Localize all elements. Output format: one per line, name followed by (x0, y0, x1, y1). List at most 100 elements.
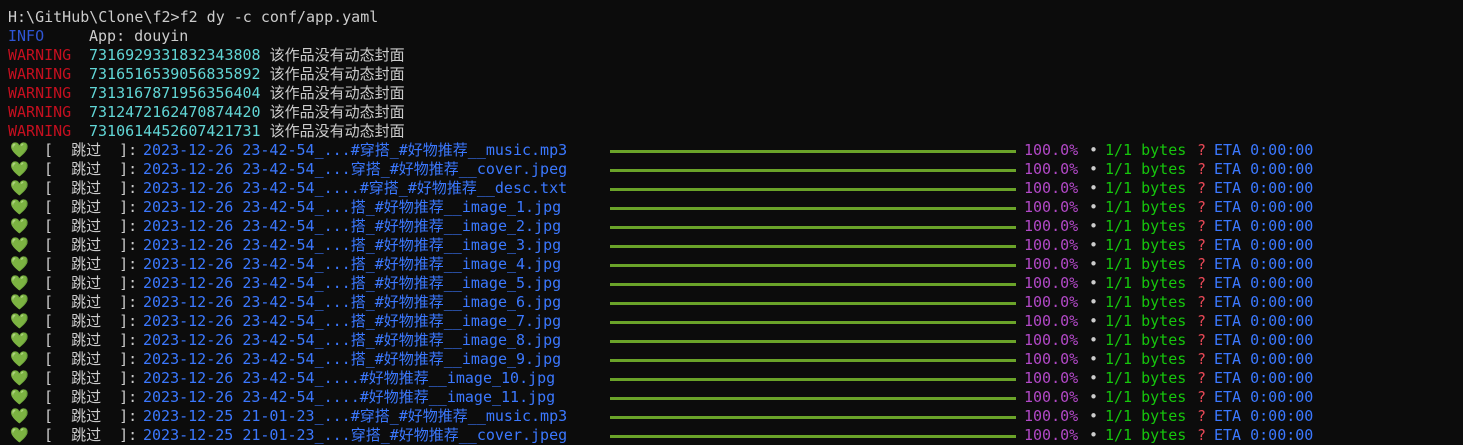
file-name: 2023-12-26 23-42-54_...搭_#好物推荐__image_6.… (143, 293, 562, 311)
download-row: 💚 [ 跳过 ]: 2023-12-26 23-42-54_...搭_#好物推荐__… (8, 331, 1463, 350)
file-name: 2023-12-26 23-42-54_...搭_#好物推荐__image_1.… (143, 198, 562, 216)
file-name: 2023-12-25 21-01-23_...#穿搭_#好物推荐__music.… (143, 407, 568, 425)
download-row: 💚 [ 跳过 ]: 2023-12-26 23-42-54_...搭_#好物推荐__… (8, 274, 1463, 293)
progress-percent: 100.0% (1024, 141, 1079, 159)
eta-time: ETA 0:00:00 (1214, 160, 1314, 178)
status-label: [ 跳过 ]: (44, 160, 138, 178)
file-name: 2023-12-26 23-42-54_...搭_#好物推荐__image_9.… (143, 350, 562, 368)
download-row: 💚 [ 跳过 ]: 2023-12-26 23-42-54_...搭_#好物推荐__… (8, 293, 1463, 312)
log-level-warning: WARNING (8, 65, 72, 83)
bytes-count: 1/1 bytes (1105, 255, 1187, 273)
green-heart-icon: 💚 (10, 369, 29, 387)
progress-percent: 100.0% (1024, 274, 1079, 292)
separator-dot: • (1089, 293, 1099, 311)
eta-time: ETA 0:00:00 (1214, 141, 1314, 159)
bytes-count: 1/1 bytes (1105, 426, 1187, 444)
bytes-count: 1/1 bytes (1105, 331, 1187, 349)
log-line-warning: WARNING 7313167871956356404 该作品没有动态封面 (8, 84, 1463, 103)
status-label: [ 跳过 ]: (44, 274, 138, 292)
separator-dot: • (1089, 312, 1099, 330)
separator-dot: • (1089, 350, 1099, 368)
progress-bar (610, 435, 1016, 438)
video-id: 7313167871956356404 (89, 84, 261, 102)
file-name: 2023-12-25 21-01-23_...穿搭_#好物推荐__cover.j… (143, 426, 568, 444)
separator-dot: • (1089, 236, 1099, 254)
progress-percent: 100.0% (1024, 179, 1079, 197)
green-heart-icon: 💚 (10, 331, 29, 349)
green-heart-icon: 💚 (10, 274, 29, 292)
separator-dot: • (1089, 369, 1099, 387)
separator-dot: • (1089, 388, 1099, 406)
transfer-rate: ? (1197, 293, 1207, 311)
status-label: [ 跳过 ]: (44, 407, 138, 425)
eta-time: ETA 0:00:00 (1214, 179, 1314, 197)
progress-percent: 100.0% (1024, 312, 1079, 330)
progress-percent: 100.0% (1024, 426, 1079, 444)
progress-bar (610, 150, 1016, 153)
separator-dot: • (1089, 198, 1099, 216)
status-label: [ 跳过 ]: (44, 179, 138, 197)
progress-bar (610, 359, 1016, 362)
eta-time: ETA 0:00:00 (1214, 388, 1314, 406)
separator-dot: • (1089, 407, 1099, 425)
log-line-warning: WARNING 7310614452607421731 该作品没有动态封面 (8, 122, 1463, 141)
eta-time: ETA 0:00:00 (1214, 274, 1314, 292)
bytes-count: 1/1 bytes (1105, 312, 1187, 330)
download-row: 💚 [ 跳过 ]: 2023-12-26 23-42-54_...搭_#好物推荐__… (8, 255, 1463, 274)
eta-time: ETA 0:00:00 (1214, 369, 1314, 387)
eta-time: ETA 0:00:00 (1214, 255, 1314, 273)
command-text: f2 dy -c conf/app.yaml (179, 8, 379, 26)
video-id: 7316929331832343808 (89, 46, 261, 64)
separator-dot: • (1089, 255, 1099, 273)
bytes-count: 1/1 bytes (1105, 388, 1187, 406)
bytes-count: 1/1 bytes (1105, 236, 1187, 254)
green-heart-icon: 💚 (10, 426, 29, 444)
terminal-output[interactable]: H:\GitHub\Clone\f2>f2 dy -c conf/app.yam… (8, 8, 1463, 444)
download-row: 💚 [ 跳过 ]: 2023-12-26 23-42-54_....#好物推荐__i… (8, 388, 1463, 407)
file-name: 2023-12-26 23-42-54_....#好物推荐__image_11.… (143, 388, 556, 406)
eta-time: ETA 0:00:00 (1214, 350, 1314, 368)
separator-dot: • (1089, 179, 1099, 197)
progress-percent: 100.0% (1024, 198, 1079, 216)
eta-time: ETA 0:00:00 (1214, 426, 1314, 444)
separator-dot: • (1089, 217, 1099, 235)
bytes-count: 1/1 bytes (1105, 293, 1187, 311)
log-message: 该作品没有动态封面 (269, 84, 405, 102)
status-label: [ 跳过 ]: (44, 255, 138, 273)
download-row: 💚 [ 跳过 ]: 2023-12-26 23-42-54_...搭_#好物推荐__… (8, 312, 1463, 331)
green-heart-icon: 💚 (10, 179, 29, 197)
download-row: 💚 [ 跳过 ]: 2023-12-26 23-42-54_....#好物推荐__i… (8, 369, 1463, 388)
green-heart-icon: 💚 (10, 198, 29, 216)
bytes-count: 1/1 bytes (1105, 141, 1187, 159)
download-row: 💚 [ 跳过 ]: 2023-12-26 23-42-54_...搭_#好物推荐__… (8, 198, 1463, 217)
log-message: 该作品没有动态封面 (269, 122, 405, 140)
separator-dot: • (1089, 426, 1099, 444)
bytes-count: 1/1 bytes (1105, 274, 1187, 292)
download-row: 💚 [ 跳过 ]: 2023-12-26 23-42-54_...穿搭_#好物推荐_… (8, 160, 1463, 179)
log-level-warning: WARNING (8, 46, 72, 64)
separator-dot: • (1089, 274, 1099, 292)
prompt-path: H:\GitHub\Clone\f2> (8, 8, 180, 26)
green-heart-icon: 💚 (10, 312, 29, 330)
log-line-warning: WARNING 7316516539056835892 该作品没有动态封面 (8, 65, 1463, 84)
progress-bar (610, 188, 1016, 191)
bytes-count: 1/1 bytes (1105, 160, 1187, 178)
progress-bar (610, 397, 1016, 400)
file-name: 2023-12-26 23-42-54_....#穿搭_#好物推荐__desc.… (143, 179, 568, 197)
eta-time: ETA 0:00:00 (1214, 236, 1314, 254)
green-heart-icon: 💚 (10, 217, 29, 235)
green-heart-icon: 💚 (10, 293, 29, 311)
file-name: 2023-12-26 23-42-54_...搭_#好物推荐__image_7.… (143, 312, 562, 330)
bytes-count: 1/1 bytes (1105, 217, 1187, 235)
transfer-rate: ? (1197, 274, 1207, 292)
progress-bar (610, 302, 1016, 305)
eta-time: ETA 0:00:00 (1214, 293, 1314, 311)
eta-time: ETA 0:00:00 (1214, 312, 1314, 330)
file-name: 2023-12-26 23-42-54_...#穿搭_#好物推荐__music.… (143, 141, 568, 159)
transfer-rate: ? (1197, 312, 1207, 330)
transfer-rate: ? (1197, 426, 1207, 444)
log-level-info: INFO (8, 27, 45, 45)
bytes-count: 1/1 bytes (1105, 369, 1187, 387)
log-message: 该作品没有动态封面 (269, 46, 405, 64)
warning-list: WARNING 7316929331832343808 该作品没有动态封面 WARN… (8, 46, 1463, 141)
